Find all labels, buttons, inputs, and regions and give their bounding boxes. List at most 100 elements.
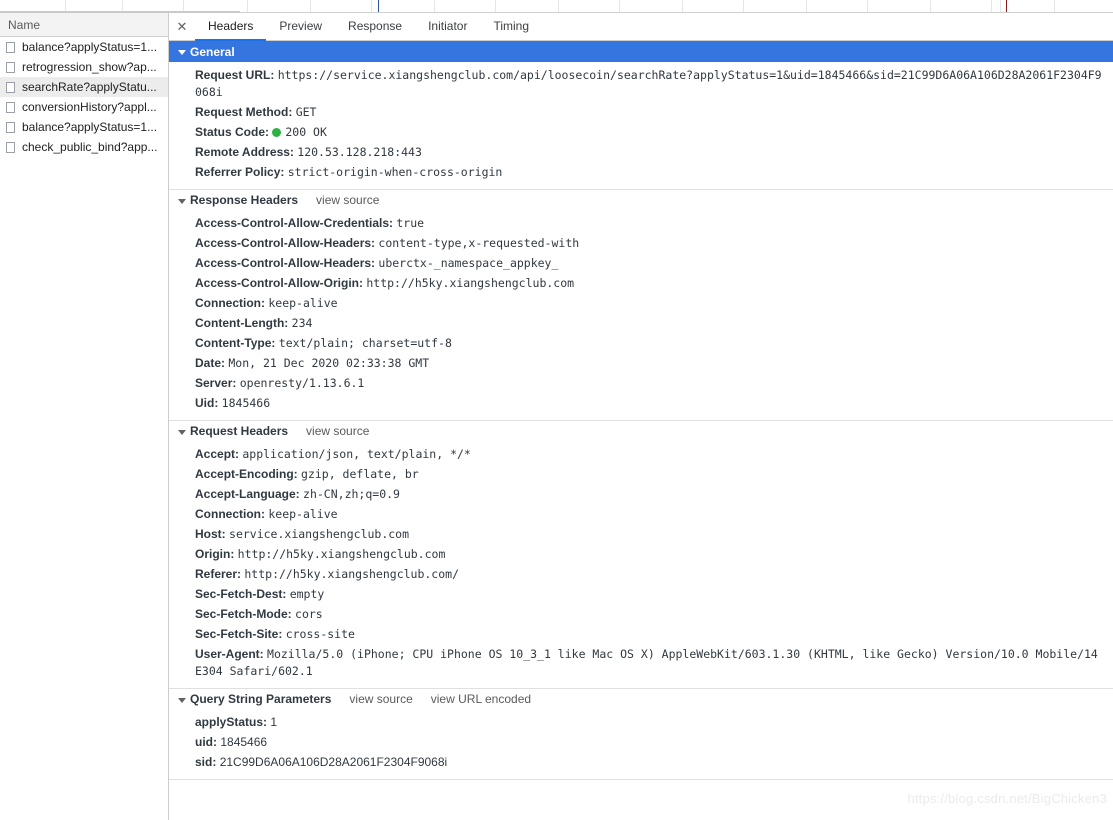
headers-content[interactable]: General Request URL: https://service.xian… [169,41,1113,820]
header-row[interactable]: Access-Control-Allow-Headers: uberctx-_n… [169,253,1113,273]
header-value: 1845466 [220,735,267,749]
header-rows: applyStatus: 1uid: 1845466sid: 21C99D6A0… [169,709,1113,779]
network-overview-strip[interactable] [0,0,1113,13]
header-row[interactable]: Accept: application/json, text/plain, */… [169,444,1113,464]
header-row[interactable]: Server: openresty/1.13.6.1 [169,373,1113,393]
header-value: text/plain; charset=utf-8 [279,336,452,350]
requests-list: balance?applyStatus=1... retrogression_sh… [0,37,168,157]
header-key: Date: [195,356,225,370]
header-key: Accept-Language: [195,487,300,501]
chevron-down-icon[interactable] [178,430,186,435]
request-list-item[interactable]: balance?applyStatus=1... [0,37,168,57]
header-value: 200 OK [285,125,327,139]
link-view-source[interactable]: view source [316,193,379,207]
header-row[interactable]: Origin: http://h5ky.xiangshengclub.com [169,544,1113,564]
header-key: Access-Control-Allow-Credentials: [195,216,393,230]
section-header[interactable]: General [169,41,1113,62]
header-value: empty [290,587,325,601]
header-row[interactable]: Sec-Fetch-Site: cross-site [169,624,1113,644]
request-list-item[interactable]: conversionHistory?appl... [0,97,168,117]
header-row[interactable]: Connection: keep-alive [169,293,1113,313]
chevron-down-icon[interactable] [178,698,186,703]
overview-gridline [558,0,559,12]
overview-marker-blue [378,0,379,12]
header-key: Request URL: [195,68,274,82]
header-row[interactable]: Status Code: 200 OK [169,122,1113,142]
link-view-source[interactable]: view source [349,692,412,706]
overview-gridline [371,0,372,12]
overview-gridline [619,0,620,12]
header-value: 21C99D6A06A106D28A2061F2304F9068i [220,755,448,769]
header-key: Connection: [195,296,265,310]
request-list-item[interactable]: searchRate?applyStatu... [0,77,168,97]
header-key: Origin: [195,547,234,561]
header-key: Content-Length: [195,316,288,330]
header-value: http://h5ky.xiangshengclub.com [238,547,446,561]
section-header[interactable]: Response Headers view source [169,190,1113,210]
section-title: Response Headers [190,193,298,207]
header-key: Access-Control-Allow-Headers: [195,236,375,250]
header-row[interactable]: Uid: 1845466 [169,393,1113,413]
header-row[interactable]: Host: service.xiangshengclub.com [169,524,1113,544]
header-row[interactable]: Content-Type: text/plain; charset=utf-8 [169,333,1113,353]
tab-response[interactable]: Response [335,13,415,41]
header-row[interactable]: applyStatus: 1 [169,712,1113,732]
requests-column-header-name[interactable]: Name [0,13,168,37]
header-key: Remote Address: [195,145,294,159]
chevron-down-icon[interactable] [178,199,186,204]
chevron-down-icon[interactable] [178,50,186,55]
header-key: Access-Control-Allow-Headers: [195,256,375,270]
header-row[interactable]: Accept-Encoding: gzip, deflate, br [169,464,1113,484]
request-list-item[interactable]: check_public_bind?app... [0,137,168,157]
header-value: http://h5ky.xiangshengclub.com/ [244,567,459,581]
header-row[interactable]: Content-Length: 234 [169,313,1113,333]
header-value: 1 [270,715,277,729]
request-name-label: retrogression_show?ap... [22,60,157,74]
header-row[interactable]: Accept-Language: zh-CN,zh;q=0.9 [169,484,1113,504]
header-row[interactable]: Access-Control-Allow-Origin: http://h5ky… [169,273,1113,293]
section-header[interactable]: Request Headersview source [169,421,1113,441]
header-key: Referrer Policy: [195,165,284,179]
header-rows: Request URL: https://service.xiangshengc… [169,62,1113,189]
header-value: application/json, text/plain, */* [242,447,470,461]
header-value: cors [295,607,323,621]
header-row[interactable]: Sec-Fetch-Mode: cors [169,604,1113,624]
section-general: General Request URL: https://service.xian… [169,41,1113,190]
link-view-source[interactable]: view source [306,424,369,438]
header-key: Sec-Fetch-Mode: [195,607,292,621]
header-row[interactable]: sid: 21C99D6A06A106D28A2061F2304F9068i [169,752,1113,772]
tab-preview[interactable]: Preview [266,13,335,41]
header-row[interactable]: Remote Address: 120.53.128.218:443 [169,142,1113,162]
overview-gridline [743,0,744,12]
header-row[interactable]: Referrer Policy: strict-origin-when-cros… [169,162,1113,182]
tab-headers[interactable]: Headers [195,13,266,41]
requests-list-pane: Name balance?applyStatus=1... retrogressi… [0,13,169,820]
header-row[interactable]: Request Method: GET [169,102,1113,122]
header-row[interactable]: Request URL: https://service.xiangshengc… [169,65,1113,102]
tab-timing[interactable]: Timing [480,13,542,41]
request-list-item[interactable]: retrogression_show?ap... [0,57,168,77]
header-row[interactable]: uid: 1845466 [169,732,1113,752]
header-row[interactable]: Sec-Fetch-Dest: empty [169,584,1113,604]
overview-gridline [991,0,992,12]
section-header[interactable]: Query String Parametersview sourceview U… [169,689,1113,709]
detail-tab-bar: ✕ HeadersPreviewResponseInitiatorTiming [169,13,1113,41]
status-ok-icon [272,128,281,137]
header-key: User-Agent: [195,647,264,661]
header-row[interactable]: Access-Control-Allow-Credentials: true [169,213,1113,233]
header-row[interactable]: Access-Control-Allow-Headers: content-ty… [169,233,1113,253]
request-name-label: searchRate?applyStatu... [22,80,157,94]
header-value: 1845466 [222,396,270,410]
header-row[interactable]: Referer: http://h5ky.xiangshengclub.com/ [169,564,1113,584]
header-row[interactable]: Date: Mon, 21 Dec 2020 02:33:38 GMT [169,353,1113,373]
header-row[interactable]: Connection: keep-alive [169,504,1113,524]
section-title: General [190,45,235,59]
header-row[interactable]: User-Agent: Mozilla/5.0 (iPhone; CPU iPh… [169,644,1113,681]
header-value: Mon, 21 Dec 2020 02:33:38 GMT [228,356,429,370]
overview-gridline [867,0,868,12]
close-icon[interactable]: ✕ [169,13,195,40]
request-list-item[interactable]: balance?applyStatus=1... [0,117,168,137]
tab-initiator[interactable]: Initiator [415,13,480,41]
header-value: cross-site [286,627,355,641]
link-view-url-encoded[interactable]: view URL encoded [431,692,531,706]
